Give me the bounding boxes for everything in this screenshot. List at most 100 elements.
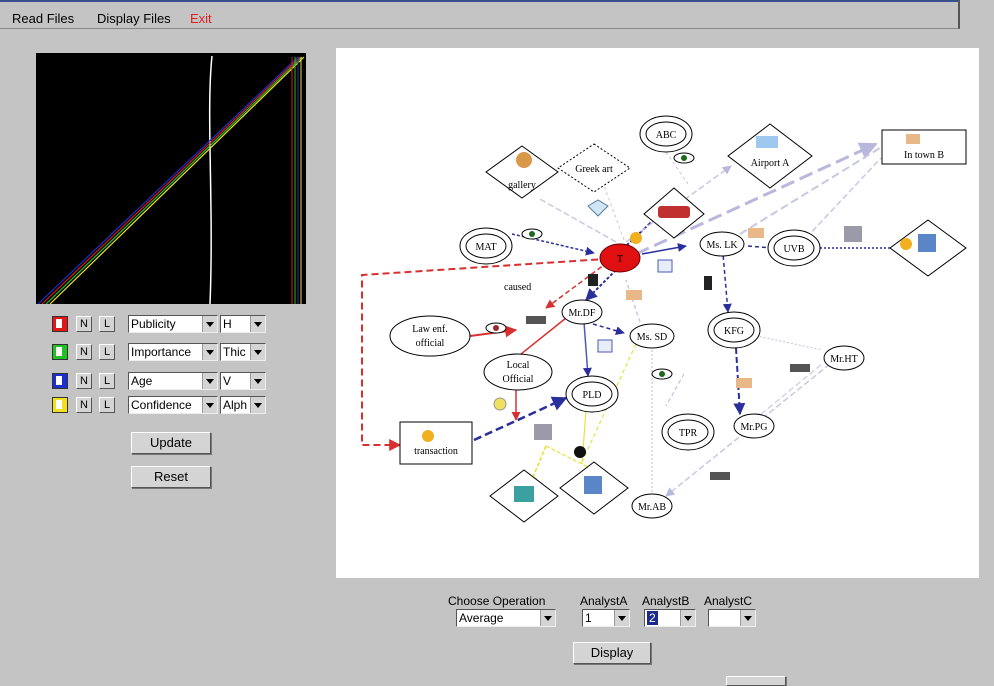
node-mr-df[interactable]: Mr.DF [561, 299, 603, 325]
select-value: V [223, 374, 232, 388]
node-mr-pg[interactable]: Mr.PG [733, 413, 775, 439]
color-toggle-yellow[interactable] [52, 397, 68, 413]
analyst-c-select[interactable] [708, 609, 756, 627]
overview-line-blue [37, 56, 299, 304]
node-label: KFG [724, 326, 744, 337]
node-label: T [617, 254, 623, 265]
n-toggle-confidence[interactable]: N [76, 397, 92, 413]
edge-mrpg-mrht [753, 363, 823, 421]
node-kfg[interactable]: KFG [707, 311, 761, 349]
attribute-select-publicity[interactable]: Publicity [128, 315, 218, 333]
l-toggle-publicity[interactable]: L [99, 316, 115, 332]
figure-icon [844, 226, 862, 242]
node-label: ABC [656, 130, 677, 141]
node-label: Ms. LK [706, 240, 738, 251]
reset-button[interactable]: Reset [131, 466, 211, 488]
node-label: transaction [414, 446, 458, 457]
select-value: Confidence [131, 398, 192, 412]
node-transaction[interactable]: transaction [399, 421, 473, 465]
select-value: H [223, 317, 232, 331]
mode-select-thickness[interactable]: Thic [220, 343, 266, 361]
node-bank[interactable] [559, 461, 629, 515]
l-toggle-age[interactable]: L [99, 373, 115, 389]
edge-label-caused: caused [504, 282, 531, 293]
mode-select-alpha[interactable]: Alph [220, 396, 266, 414]
eye-icon-pupil [529, 231, 535, 237]
chevron-down-icon [202, 373, 217, 389]
car-icon [658, 206, 690, 218]
chevron-down-icon [202, 316, 217, 332]
graph-canvas[interactable]: ABC Airport A In town B Greek art galler… [336, 48, 979, 578]
menu-display-files[interactable]: Display Files [97, 11, 171, 26]
overview-line-yellow [49, 56, 305, 304]
node-mr-ht[interactable]: Mr.HT [823, 345, 865, 371]
node-bus[interactable] [489, 469, 559, 523]
node-center[interactable]: T [599, 243, 641, 273]
node-greek-art[interactable]: Greek art [557, 143, 631, 193]
lightbulb-icon [493, 397, 507, 411]
node-building-right[interactable] [889, 219, 967, 277]
eye-icon-pupil [659, 371, 665, 377]
handshake-icon [626, 290, 642, 300]
n-toggle-importance[interactable]: N [76, 344, 92, 360]
node-in-town-b[interactable]: In town B [881, 129, 967, 165]
node-label: Mr.PG [741, 422, 768, 433]
mode-select-h[interactable]: H [220, 315, 266, 333]
coin-icon [900, 238, 912, 250]
node-law-enf-official[interactable]: Law enf. official [389, 315, 471, 357]
chevron-down-icon [250, 397, 265, 413]
coin-icon [630, 232, 642, 244]
operation-select[interactable]: Average [456, 609, 556, 627]
l-toggle-confidence[interactable]: L [99, 397, 115, 413]
analyst-b-select[interactable]: 2 [644, 609, 696, 627]
coin-icon [422, 430, 434, 442]
color-toggle-red[interactable] [52, 316, 68, 332]
node-car[interactable] [643, 187, 705, 239]
node-label: Local [507, 360, 530, 371]
eye-icon-pupil [493, 325, 499, 331]
node-label: gallery [508, 180, 536, 191]
partial-button[interactable] [726, 676, 786, 686]
node-tpr[interactable]: TPR [661, 413, 715, 451]
attribute-select-age[interactable]: Age [128, 372, 218, 390]
attribute-select-confidence[interactable]: Confidence [128, 396, 218, 414]
node-uvb[interactable]: UVB [767, 229, 821, 267]
bus-icon [514, 486, 534, 502]
node-gallery[interactable]: gallery [485, 145, 559, 199]
edge-mrdf-pld [582, 321, 592, 377]
node-label: Ms. SD [637, 332, 668, 343]
color-toggle-blue[interactable] [52, 373, 68, 389]
node-ms-sd[interactable]: Ms. SD [629, 323, 675, 349]
node-label: Mr.DF [569, 308, 596, 319]
node-label: Mr.HT [830, 354, 858, 365]
palette-icon [516, 152, 532, 168]
chevron-down-icon [250, 316, 265, 332]
node-ms-lk[interactable]: Ms. LK [699, 231, 745, 257]
node-pld[interactable]: PLD [565, 375, 619, 413]
email-icon [657, 259, 673, 273]
node-local-official[interactable]: Local Official [483, 353, 553, 391]
color-toggle-green[interactable] [52, 344, 68, 360]
node-label: Law enf. [412, 324, 448, 335]
menu-read-files[interactable]: Read Files [12, 11, 74, 26]
analyst-a-select[interactable]: 1 [582, 609, 630, 627]
update-button[interactable]: Update [131, 432, 211, 454]
gun-icon [790, 364, 810, 372]
l-toggle-importance[interactable]: L [99, 344, 115, 360]
edge-center-greekart [601, 179, 625, 241]
node-mat[interactable]: MAT [459, 227, 513, 265]
mode-select-v[interactable]: V [220, 372, 266, 390]
n-toggle-age[interactable]: N [76, 373, 92, 389]
gun-icon [710, 472, 730, 480]
node-abc[interactable]: ABC [639, 115, 693, 153]
choose-operation-label: Choose Operation [448, 594, 546, 608]
chevron-down-icon [540, 610, 555, 626]
display-button[interactable]: Display [573, 642, 651, 664]
node-mr-ab[interactable]: Mr.AB [631, 493, 673, 519]
menu-exit[interactable]: Exit [190, 11, 212, 26]
attribute-select-importance[interactable]: Importance [128, 343, 218, 361]
title-strip [0, 0, 958, 2]
node-label: In town B [904, 150, 944, 161]
overview-line-green [45, 56, 303, 304]
n-toggle-publicity[interactable]: N [76, 316, 92, 332]
